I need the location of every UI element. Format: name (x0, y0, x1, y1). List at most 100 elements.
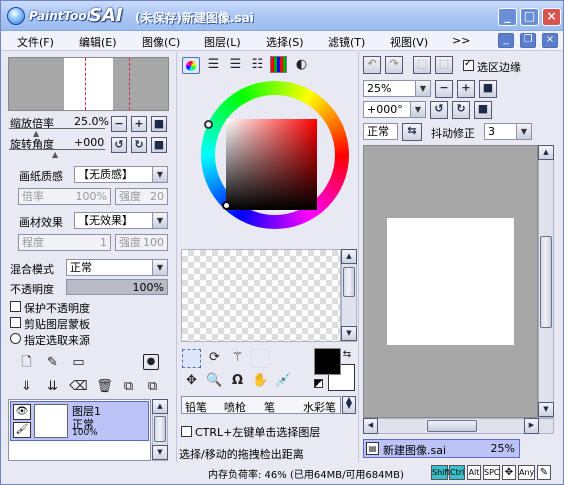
brush-tab-airbrush[interactable]: 喷枪 (224, 399, 246, 415)
view-zoom-reset-button[interactable]: ■ (479, 80, 497, 98)
color-mixer-icon[interactable]: ☷ (248, 56, 267, 75)
brush-tabs-scroll-icon[interactable]: ▲ ▼ (342, 396, 356, 414)
swap-colors-icon[interactable]: ⇆ (340, 346, 354, 360)
canvas-page[interactable] (387, 218, 514, 345)
scratchpad-scrollbar[interactable]: ▲ ▼ (341, 249, 357, 342)
scroll-up-icon[interactable]: ▲ (341, 249, 357, 264)
minimize-button[interactable]: _ (498, 8, 517, 26)
saturation-value-square[interactable] (226, 119, 317, 210)
angle-slider-thumb[interactable]: ▲ (52, 150, 58, 159)
view-rotate-cw-button[interactable]: ↻ (452, 101, 470, 119)
layer-mask-icon[interactable]: ● (143, 354, 159, 370)
rotate-reset-button[interactable]: ■ (151, 137, 167, 153)
rotate-icon[interactable]: Ω (228, 372, 247, 391)
view-zoom-dropdown[interactable]: 25% ▼ (363, 80, 431, 97)
hue-marker[interactable] (204, 120, 213, 129)
brush-tab-watercolor[interactable]: 水彩笔 (303, 399, 336, 415)
brush-lock-icon[interactable]: 🖌 (13, 422, 31, 438)
view-angle-dropdown[interactable]: +000° ▼ (363, 101, 426, 118)
layer-scroll-thumb[interactable] (154, 416, 166, 442)
rgb-sliders-icon[interactable]: ☰ (204, 56, 223, 75)
close-button[interactable]: × (542, 8, 561, 26)
effect-dropdown[interactable]: 【无效果】 ▼ (74, 212, 168, 229)
canvas-h-scrollbar[interactable]: ◀ ▶ (363, 418, 554, 434)
stabilizer-dropdown[interactable]: 3 ▼ (484, 123, 532, 140)
hand-icon[interactable]: ✋ (251, 372, 270, 391)
mdi-restore-icon[interactable]: ❐ (520, 33, 536, 48)
layer-list-scrollbar[interactable]: ▲ ▼ (152, 399, 168, 461)
rect-select-icon[interactable] (182, 349, 201, 368)
color-wheel-tab[interactable] (182, 57, 200, 74)
scroll-down-icon[interactable]: ▼ (152, 445, 168, 460)
hue-ring[interactable] (201, 81, 349, 229)
zoom-slider-track[interactable] (9, 128, 105, 129)
ctrl-click-checkbox[interactable] (181, 426, 192, 437)
rotate-ccw-button[interactable]: ↺ (111, 137, 127, 153)
primary-color[interactable] (314, 348, 341, 375)
scroll-down-icon[interactable]: ▼ (538, 402, 554, 417)
menu-view[interactable]: 视图(V) (390, 34, 428, 50)
menu-more[interactable]: >> (452, 34, 470, 47)
canvas-viewport[interactable] (363, 145, 538, 418)
scroll-up-icon[interactable]: ▲ (538, 145, 554, 160)
view-zoom-out-button[interactable]: − (435, 80, 453, 98)
zoom-out-button[interactable]: − (111, 116, 127, 132)
mdi-minimize-icon[interactable]: _ (498, 33, 514, 48)
brush-tab-pen[interactable]: 笔 (264, 399, 275, 415)
scroll-right-icon[interactable]: ▶ (524, 418, 539, 434)
merge-down-icon[interactable]: ⇊ (43, 378, 62, 397)
menu-filter[interactable]: 滤镜(T) (328, 34, 365, 50)
menu-edit[interactable]: 编辑(E) (79, 34, 117, 50)
view-rotate-ccw-button[interactable]: ↺ (430, 101, 448, 119)
transfer-down-icon[interactable]: ⇓ (17, 378, 36, 397)
canvas-h-thumb[interactable] (427, 420, 477, 432)
title-bar[interactable]: PaintTool SAI (未保存)新建图像.sai _ □ × (1, 1, 563, 31)
canvas-tab[interactable]: ▤ 新建图像.sai 25% (363, 439, 520, 458)
select-source-radio[interactable] (10, 333, 21, 344)
scroll-down-icon[interactable]: ▼ (341, 326, 357, 341)
reset-colors-icon[interactable] (314, 379, 323, 388)
magic-wand-icon[interactable]: ⚚ (228, 349, 247, 368)
eye-icon[interactable]: 👁 (13, 404, 31, 420)
menu-file[interactable]: 文件(F) (17, 34, 54, 50)
angle-value[interactable]: +000 (74, 136, 104, 149)
maximize-button[interactable]: □ (520, 8, 539, 26)
view-rotate-reset-button[interactable]: ■ (474, 101, 492, 119)
opacity-slider[interactable]: 100% (66, 279, 168, 295)
zoom-value[interactable]: 25.0% (74, 115, 109, 128)
new-linework-layer-icon[interactable]: ✎ (43, 354, 62, 373)
hsv-sliders-icon[interactable]: ☰ (226, 56, 245, 75)
preserve-opacity-checkbox[interactable] (10, 301, 21, 312)
zoom-icon[interactable]: 🔍 (205, 372, 224, 391)
zoom-in-button[interactable]: + (131, 116, 147, 132)
clear-layer-icon[interactable]: ⌫ (69, 378, 88, 397)
navigator-preview[interactable] (8, 57, 169, 111)
scroll-left-icon[interactable]: ◀ (363, 418, 378, 434)
mdi-close-icon[interactable]: × (542, 33, 558, 48)
sv-marker[interactable] (222, 201, 231, 210)
menu-layer[interactable]: 图层(L) (204, 34, 241, 50)
eyedropper-icon[interactable]: 💉 (274, 372, 293, 391)
scratchpad-area[interactable] (181, 249, 341, 342)
layer-row[interactable]: 👁 🖌 图层1 正常 100% (10, 401, 149, 441)
lasso-icon[interactable]: ⟳ (205, 349, 224, 368)
canvas-v-scrollbar[interactable]: ▲ ▼ (538, 145, 554, 418)
menu-select[interactable]: 选择(S) (266, 34, 304, 50)
new-folder-icon[interactable]: ▭ (69, 354, 88, 373)
menu-image[interactable]: 图像(C) (142, 34, 180, 50)
swatches-icon[interactable] (270, 56, 287, 73)
texture-dropdown[interactable]: 【无质感】 ▼ (74, 166, 168, 183)
canvas-v-thumb[interactable] (540, 236, 552, 328)
view-zoom-in-button[interactable]: + (457, 80, 475, 98)
brush-tab-pencil[interactable]: 铅笔 (185, 399, 207, 415)
view-mode-field[interactable]: 正常 (363, 123, 398, 140)
new-layer-icon[interactable]: 🗋 (17, 354, 36, 373)
selection-edge-checkbox[interactable]: ✓ (463, 58, 474, 71)
move-icon[interactable]: ✥ (182, 372, 201, 391)
clip-group-checkbox[interactable] (10, 317, 21, 328)
scratchpad-scroll-thumb[interactable] (343, 267, 355, 297)
scratch-pad-icon[interactable]: ◐ (292, 56, 311, 75)
rotate-cw-button[interactable]: ↻ (131, 137, 147, 153)
flip-view-icon[interactable]: ⇆ (402, 123, 422, 141)
zoom-reset-button[interactable]: ■ (151, 116, 167, 132)
